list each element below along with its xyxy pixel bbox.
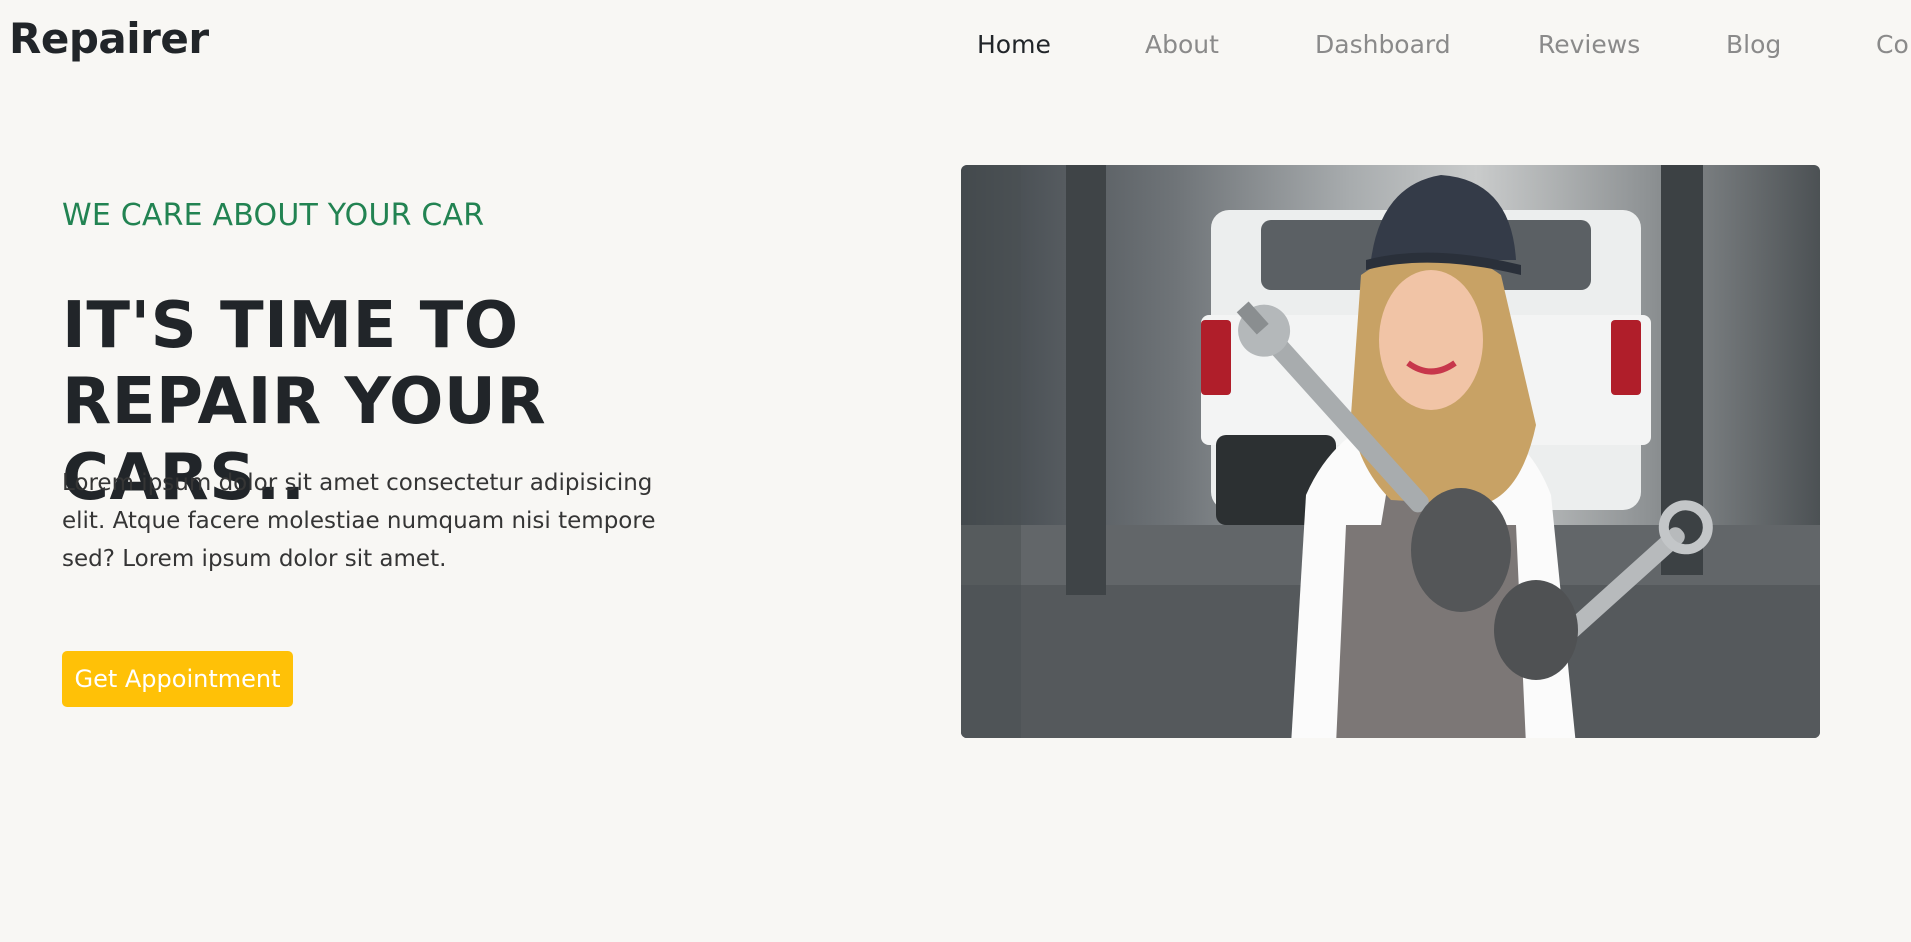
hero-headline-line-1: IT'S TIME TO <box>62 289 519 363</box>
hero-description: Lorem ipsum dolor sit amet consectetur a… <box>62 470 656 572</box>
mechanic-photo-illustration <box>961 165 1820 738</box>
navbar: Repairer Home About Dashboard Reviews Bl… <box>0 0 1911 92</box>
hero-subtitle: WE CARE ABOUT YOUR CAR <box>62 198 485 233</box>
page: Repairer Home About Dashboard Reviews Bl… <box>0 0 1911 942</box>
nav-link-about[interactable]: About <box>1145 30 1219 59</box>
nav-link-home[interactable]: Home <box>977 30 1051 59</box>
nav-link-blog[interactable]: Blog <box>1726 30 1781 59</box>
nav-link-contact[interactable]: Co <box>1876 30 1909 59</box>
brand-logo[interactable]: Repairer <box>9 14 209 63</box>
hero-image-mechanic <box>961 165 1820 738</box>
get-appointment-button[interactable]: Get Appointment <box>62 651 293 707</box>
nav-link-dashboard[interactable]: Dashboard <box>1315 30 1451 59</box>
nav-link-reviews[interactable]: Reviews <box>1538 30 1640 59</box>
